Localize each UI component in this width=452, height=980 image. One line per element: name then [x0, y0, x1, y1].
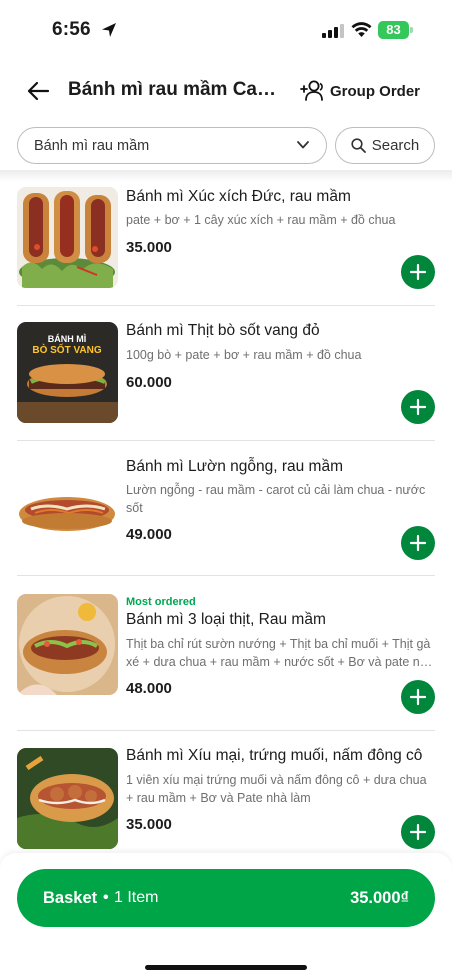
- item-description: Lườn ngỗng - rau mầm - carot củ cải làm …: [126, 483, 426, 515]
- battery-tip: [410, 27, 413, 33]
- item-description-line2: xé + dưa chua + rau mầm + nước sốt + Bơ …: [126, 655, 435, 669]
- basket-separator: •: [103, 889, 109, 906]
- menu-item[interactable]: Bánh mì Xúc xích Đức, rau mầm pate + bơ …: [17, 178, 435, 306]
- most-ordered-badge: Most ordered: [126, 596, 196, 608]
- menu-item[interactable]: Most ordered Bánh mì 3 loại thịt, Rau mầ…: [17, 576, 435, 731]
- search-button-label: Search: [371, 137, 420, 154]
- status-time: 6:56: [52, 19, 91, 40]
- menu-list[interactable]: Bánh mì Xúc xích Đức, rau mầm pate + bơ …: [0, 178, 452, 854]
- add-item-button[interactable]: [401, 680, 435, 714]
- item-name: Bánh mì 3 loại thịt, Rau mầm: [126, 611, 326, 628]
- item-name: Bánh mì Xíu mại, trứng muối, nấm đông cô: [126, 747, 423, 764]
- image-caption-line2: BÒ SỐT VANG: [32, 342, 101, 356]
- category-dropdown[interactable]: Bánh mì rau mầm: [17, 127, 327, 164]
- basket-item-count: 1 Item: [114, 889, 159, 906]
- item-name: Bánh mì Lườn ngỗng, rau mầm: [126, 458, 343, 475]
- plus-icon: [409, 688, 427, 706]
- add-item-button[interactable]: [401, 526, 435, 560]
- basket-total: 35.000₫: [350, 889, 409, 907]
- item-price: 48.000: [126, 680, 172, 697]
- plus-icon: [409, 263, 427, 281]
- image-caption-line1: BÁNH MÌ: [48, 334, 87, 344]
- wifi-icon: [351, 22, 372, 37]
- menu-item[interactable]: Bánh mì Xíu mại, trứng muối, nấm đông cô…: [17, 731, 435, 854]
- add-item-button[interactable]: [401, 255, 435, 289]
- item-price: 60.000: [126, 374, 172, 391]
- header: Bánh mì rau mầm Car... Group Order: [0, 62, 452, 120]
- chevron-down-icon: [297, 141, 309, 149]
- add-item-button[interactable]: [401, 815, 435, 849]
- plus-icon: [409, 534, 427, 552]
- menu-item[interactable]: Bánh mì Lườn ngỗng, rau mầm Lườn ngỗng -…: [17, 441, 435, 576]
- search-icon: [351, 138, 366, 153]
- add-item-button[interactable]: [401, 390, 435, 424]
- item-price: 49.000: [126, 526, 172, 543]
- item-price: 35.000: [126, 239, 172, 256]
- group-order-button[interactable]: Group Order: [300, 76, 420, 106]
- home-indicator[interactable]: [145, 965, 307, 970]
- list-top-shadow: [0, 170, 452, 182]
- cellular-signal-icon: [322, 24, 344, 38]
- basket-button[interactable]: Basket • 1 Item 35.000₫: [17, 869, 435, 927]
- item-image-meatball-banh-mi: [17, 748, 118, 849]
- plus-icon: [409, 398, 427, 416]
- item-price: 35.000: [126, 816, 172, 833]
- item-name: Bánh mì Thịt bò sốt vang đỏ: [126, 322, 320, 339]
- item-name: Bánh mì Xúc xích Đức, rau mầm: [126, 188, 351, 205]
- item-description: 1 viên xíu mại trứng muối và nấm đông cô…: [126, 773, 427, 805]
- basket-label: Basket: [43, 889, 98, 907]
- group-order-label: Group Order: [330, 82, 421, 100]
- item-image-three-meat-banh-mi: [17, 594, 118, 695]
- page-title: Bánh mì rau mầm Car...: [68, 79, 276, 100]
- item-description: pate + bơ + 1 cây xúc xích + rau mầm + đ…: [126, 213, 396, 227]
- item-description-line1: Thịt ba chỉ rút sườn nướng + Thịt ba chỉ…: [126, 637, 431, 651]
- battery-indicator: 83: [378, 21, 409, 39]
- menu-item[interactable]: BÁNH MÌ BÒ SỐT VANG Bánh mì Thịt bò sốt …: [17, 306, 435, 441]
- status-bar: 6:56 83: [0, 0, 452, 60]
- back-arrow-icon[interactable]: [25, 78, 51, 104]
- item-image-goose-banh-mi: [17, 457, 118, 558]
- plus-icon: [409, 823, 427, 841]
- category-dropdown-value: Bánh mì rau mầm: [34, 137, 150, 154]
- item-image-sausage-banh-mi: [17, 187, 118, 288]
- item-image-beef-banh-mi: BÁNH MÌ BÒ SỐT VANG: [17, 322, 118, 423]
- location-arrow-icon: [102, 23, 116, 37]
- search-button[interactable]: Search: [335, 127, 435, 164]
- item-description: 100g bò + pate + bơ + rau mầm + đồ chua: [126, 348, 362, 362]
- group-users-icon: [300, 80, 323, 101]
